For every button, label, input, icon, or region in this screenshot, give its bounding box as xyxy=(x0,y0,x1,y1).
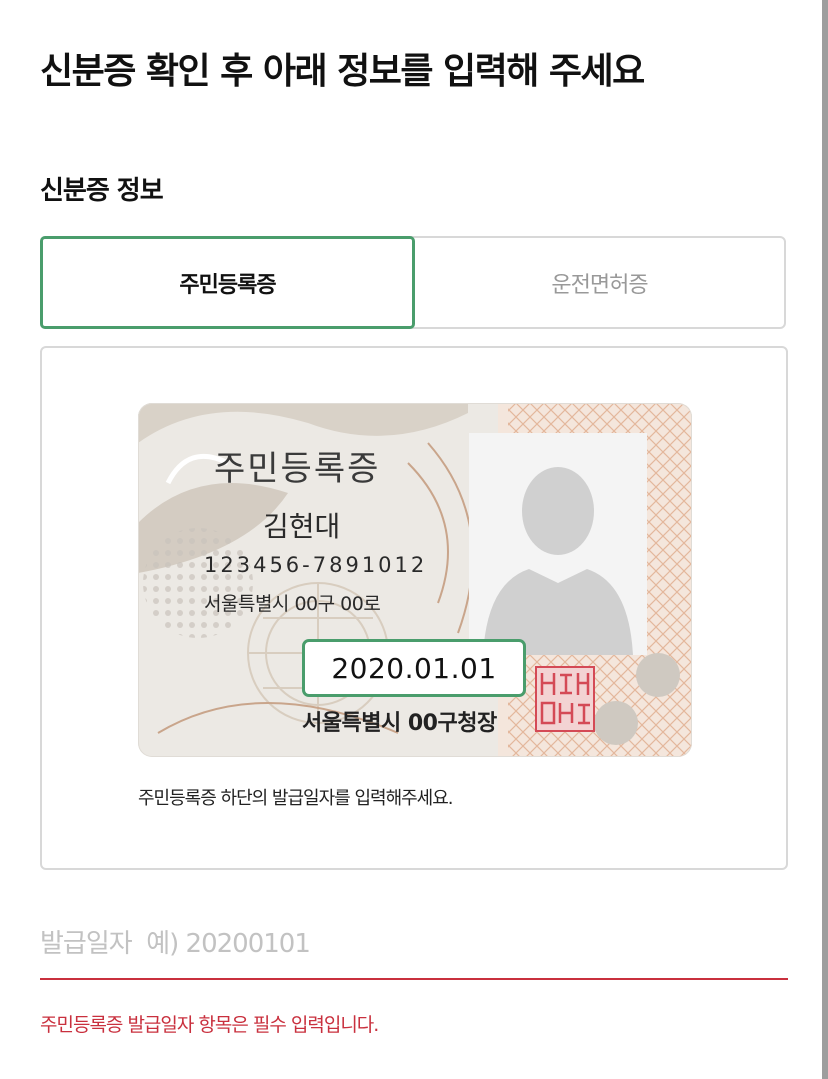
card-issuer: 서울특별시 00구청장 xyxy=(302,711,497,736)
id-type-tabs: 주민등록증 운전면허증 xyxy=(40,236,786,329)
page-title: 신분증 확인 후 아래 정보를 입력해 주세요 xyxy=(40,51,645,92)
id-card-illustration: 주민등록증 김현대 123456-7891012 서울특별시 00구 00로 2… xyxy=(138,403,692,757)
card-hint-text: 주민등록증 하단의 발급일자를 입력해주세요. xyxy=(138,788,454,809)
error-message: 주민등록증 발급일자 항목은 필수 입력입니다. xyxy=(40,1014,379,1036)
card-issue-date-highlight: 2020.01.01 xyxy=(302,639,526,697)
issue-date-input[interactable] xyxy=(40,910,788,980)
tab-drivers-license[interactable]: 운전면허증 xyxy=(415,238,784,327)
card-title: 주민등록증 xyxy=(214,449,381,489)
card-holder-name: 김현대 xyxy=(263,510,341,543)
scrollbar[interactable] xyxy=(822,0,828,1079)
section-title: 신분증 정보 xyxy=(40,176,164,206)
card-photo xyxy=(469,433,647,655)
tab-resident-card[interactable]: 주민등록증 xyxy=(40,236,415,329)
card-address: 서울특별시 00구 00로 xyxy=(204,593,381,615)
official-seal-icon xyxy=(535,666,595,732)
card-resident-number: 123456-7891012 xyxy=(204,553,428,577)
id-card-guide-box: 주민등록증 김현대 123456-7891012 서울특별시 00구 00로 2… xyxy=(40,346,788,870)
person-silhouette-icon xyxy=(483,467,633,655)
